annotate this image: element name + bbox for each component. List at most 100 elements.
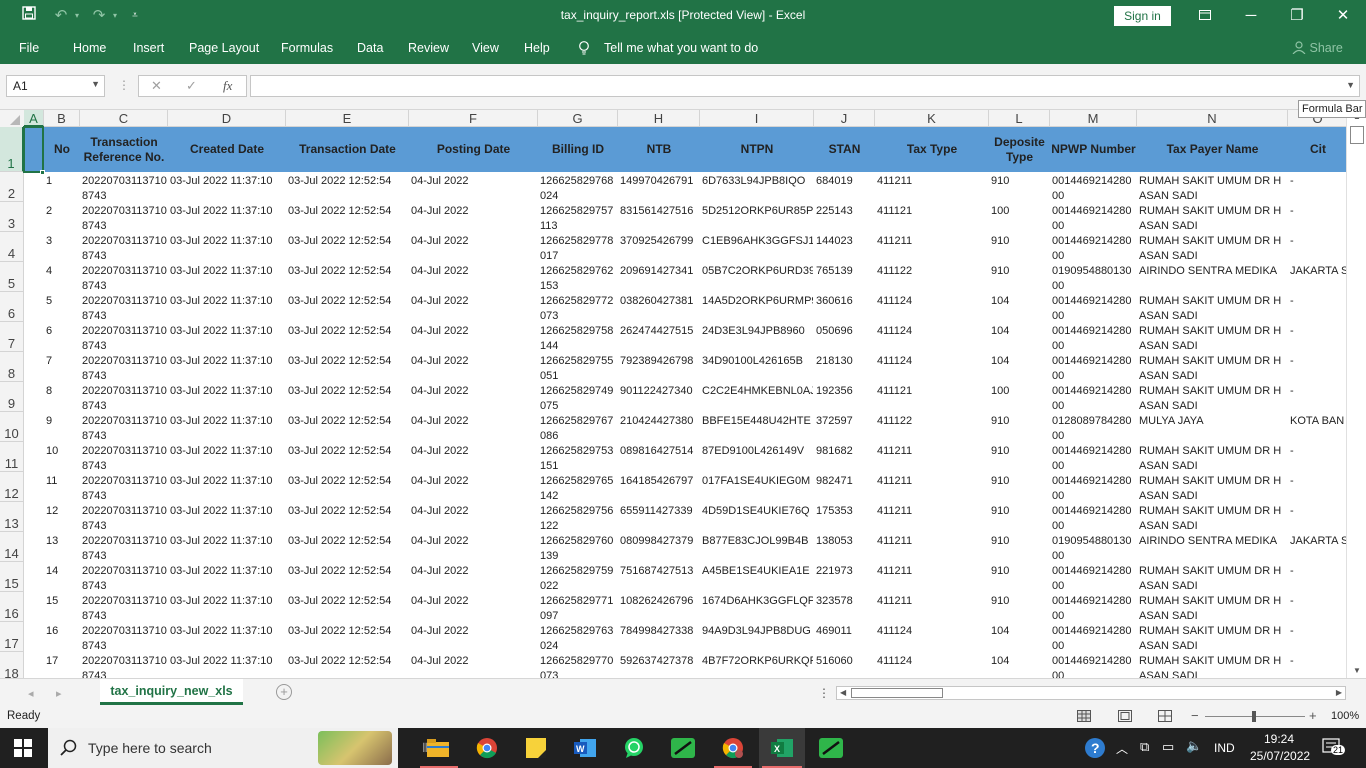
cell-created[interactable]: 03-Jul 2022 11:37:10 xyxy=(170,624,285,639)
cell-no[interactable]: 6 xyxy=(46,324,79,339)
cell-created[interactable]: 03-Jul 2022 11:37:10 xyxy=(170,504,285,519)
header-cell-d[interactable]: Created Date xyxy=(168,127,286,172)
cell-posting[interactable]: 04-Jul 2022 xyxy=(411,234,537,249)
cell-created[interactable]: 03-Jul 2022 11:37:10 xyxy=(170,354,285,369)
tab-data[interactable]: Data xyxy=(357,41,383,55)
cell-ntpn[interactable]: 1674D6AHK3GGFLQP xyxy=(702,594,813,609)
cell-city[interactable]: - xyxy=(1290,504,1346,519)
minimize-icon[interactable]: ─ xyxy=(1228,0,1274,32)
cell-created[interactable]: 03-Jul 2022 11:37:10 xyxy=(170,534,285,549)
cell-created[interactable]: 03-Jul 2022 11:37:10 xyxy=(170,264,285,279)
fill-handle[interactable] xyxy=(40,170,45,175)
cell-name[interactable]: RUMAH SAKIT UMUM DR HASAN SADI xyxy=(1139,384,1287,414)
cell-billing[interactable]: 126625829749075 xyxy=(540,384,617,414)
cell-trans[interactable]: 03-Jul 2022 12:52:54 xyxy=(288,594,408,609)
cell-no[interactable]: 15 xyxy=(46,594,79,609)
cell-ref[interactable]: 202207031137108743 xyxy=(82,444,167,474)
cell-created[interactable]: 03-Jul 2022 11:37:10 xyxy=(170,594,285,609)
cell-npwp[interactable]: 012808978428000 xyxy=(1052,414,1136,444)
cell-tax[interactable]: 411211 xyxy=(877,234,988,249)
cell-billing[interactable]: 126625829757113 xyxy=(540,204,617,234)
cell-ref[interactable]: 202207031137108743 xyxy=(82,534,167,564)
enter-check-icon[interactable]: ✓ xyxy=(186,78,197,94)
column-header-c[interactable]: C xyxy=(80,110,168,127)
column-header-h[interactable]: H xyxy=(618,110,700,127)
cell-tax[interactable]: 411211 xyxy=(877,474,988,489)
cell-posting[interactable]: 04-Jul 2022 xyxy=(411,654,537,669)
cell-posting[interactable]: 04-Jul 2022 xyxy=(411,264,537,279)
prev-sheet-icon[interactable]: ◂ xyxy=(28,687,34,700)
cell-trans[interactable]: 03-Jul 2022 12:52:54 xyxy=(288,294,408,309)
cell-name[interactable]: RUMAH SAKIT UMUM DR HASAN SADI xyxy=(1139,624,1287,654)
cell-dep[interactable]: 910 xyxy=(991,174,1049,189)
cell-city[interactable]: - xyxy=(1290,594,1346,609)
cell-created[interactable]: 03-Jul 2022 11:37:10 xyxy=(170,234,285,249)
cell-ref[interactable]: 202207031137108743 xyxy=(82,384,167,414)
header-cell-l[interactable]: Deposite Type xyxy=(989,127,1050,172)
cell-ntpn[interactable]: A45BE1SE4UKIEA1E xyxy=(702,564,813,579)
row-header-9[interactable]: 9 xyxy=(0,382,24,412)
cell-npwp[interactable]: 001446921428000 xyxy=(1052,174,1136,204)
cell-npwp[interactable]: 001446921428000 xyxy=(1052,564,1136,594)
cell-npwp[interactable]: 001446921428000 xyxy=(1052,204,1136,234)
scroll-right-icon[interactable]: ▶ xyxy=(1336,688,1342,697)
cell-dep[interactable]: 910 xyxy=(991,504,1049,519)
cell-no[interactable]: 3 xyxy=(46,234,79,249)
volume-icon[interactable]: 🔈 xyxy=(1186,738,1202,754)
cell-billing[interactable]: 126625829778017 xyxy=(540,234,617,264)
tab-page-layout[interactable]: Page Layout xyxy=(189,41,259,55)
share-button[interactable]: Share xyxy=(1292,41,1343,55)
network-icon[interactable]: ⧉ xyxy=(1140,739,1149,755)
chrome-profile-icon[interactable] xyxy=(710,728,756,768)
cell-posting[interactable]: 04-Jul 2022 xyxy=(411,354,537,369)
cell-npwp[interactable]: 001446921428000 xyxy=(1052,444,1136,474)
notification-center-icon[interactable]: 21 xyxy=(1322,738,1346,756)
cell-dep[interactable]: 910 xyxy=(991,474,1049,489)
worksheet-grid[interactable]: ABCDEFGHIJKLMNO No Transaction Reference … xyxy=(0,110,1346,678)
app-green-icon[interactable] xyxy=(660,728,706,768)
word-icon[interactable]: W xyxy=(562,728,608,768)
start-button[interactable] xyxy=(0,728,46,768)
header-cell-e[interactable]: Transaction Date xyxy=(286,127,409,172)
next-sheet-icon[interactable]: ▸ xyxy=(56,687,62,700)
scroll-left-icon[interactable]: ◀ xyxy=(840,688,846,697)
cell-stan[interactable]: 175353 xyxy=(816,504,874,519)
cell-stan[interactable]: 050696 xyxy=(816,324,874,339)
row-header-6[interactable]: 6 xyxy=(0,292,24,322)
cell-billing[interactable]: 126625829760139 xyxy=(540,534,617,564)
tab-insert[interactable]: Insert xyxy=(133,41,164,55)
cell-trans[interactable]: 03-Jul 2022 12:52:54 xyxy=(288,624,408,639)
header-cell-f[interactable]: Posting Date xyxy=(409,127,538,172)
cell-dep[interactable]: 910 xyxy=(991,414,1049,429)
tab-split-handle-icon[interactable]: ⋮ xyxy=(818,686,830,700)
cell-posting[interactable]: 04-Jul 2022 xyxy=(411,564,537,579)
cell-stan[interactable]: 516060 xyxy=(816,654,874,669)
cell-npwp[interactable]: 001446921428000 xyxy=(1052,654,1136,678)
tab-review[interactable]: Review xyxy=(408,41,449,55)
ribbon-display-options-icon[interactable] xyxy=(1182,0,1228,32)
cell-name[interactable]: RUMAH SAKIT UMUM DR HASAN SADI xyxy=(1139,504,1287,534)
column-header-n[interactable]: N xyxy=(1137,110,1288,127)
cell-tax[interactable]: 411124 xyxy=(877,294,988,309)
cell-name[interactable]: RUMAH SAKIT UMUM DR HASAN SADI xyxy=(1139,594,1287,624)
language-indicator[interactable]: IND xyxy=(1214,741,1235,755)
app-green-icon-2[interactable] xyxy=(808,728,854,768)
cell-name[interactable]: AIRINDO SENTRA MEDIKA xyxy=(1139,534,1287,564)
cell-created[interactable]: 03-Jul 2022 11:37:10 xyxy=(170,384,285,399)
row-header-3[interactable]: 3 xyxy=(0,202,24,232)
cell-city[interactable]: - xyxy=(1290,294,1346,309)
cell-ntb[interactable]: 592637427378 xyxy=(620,654,699,669)
header-cell-n[interactable]: Tax Payer Name xyxy=(1137,127,1288,172)
cell-stan[interactable]: 372597 xyxy=(816,414,874,429)
cell-no[interactable]: 2 xyxy=(46,204,79,219)
cell-trans[interactable]: 03-Jul 2022 12:52:54 xyxy=(288,564,408,579)
cell-ntb[interactable]: 210424427380 xyxy=(620,414,699,429)
cell-posting[interactable]: 04-Jul 2022 xyxy=(411,534,537,549)
header-cell-k[interactable]: Tax Type xyxy=(875,127,989,172)
header-cell-j[interactable]: STAN xyxy=(814,127,875,172)
zoom-out-icon[interactable]: − xyxy=(1191,708,1199,723)
cell-posting[interactable]: 04-Jul 2022 xyxy=(411,414,537,429)
cell-city[interactable]: - xyxy=(1290,234,1346,249)
cell-dep[interactable]: 104 xyxy=(991,324,1049,339)
formula-input[interactable]: ▼ xyxy=(250,75,1360,97)
